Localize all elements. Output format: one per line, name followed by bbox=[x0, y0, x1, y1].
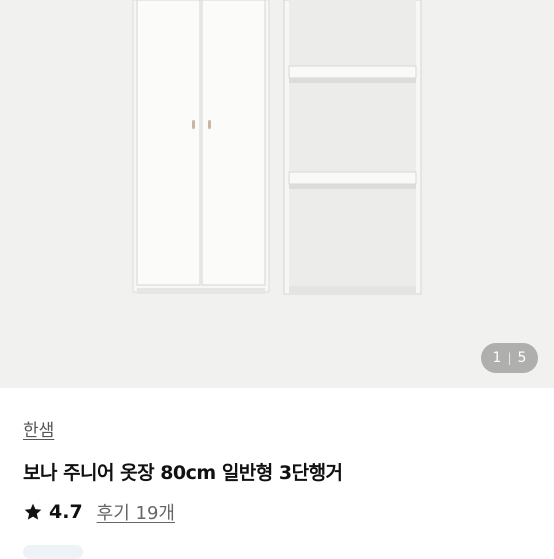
next-content-peek bbox=[23, 545, 83, 559]
product-image-gallery[interactable]: 1 | 5 bbox=[0, 0, 554, 388]
rating-row: 4.7 후기 19개 bbox=[23, 499, 175, 525]
reviews-link[interactable]: 후기 19개 bbox=[97, 499, 175, 525]
rating-value: 4.7 bbox=[49, 501, 83, 523]
image-counter-total: 5 bbox=[517, 350, 527, 366]
image-counter-current: 1 bbox=[492, 350, 502, 366]
wardrobe-doors-illustration bbox=[132, 0, 270, 294]
product-title: 보나 주니어 옷장 80cm 일반형 3단행거 bbox=[23, 462, 343, 484]
image-counter-separator: | bbox=[507, 351, 512, 365]
brand-link[interactable]: 한샘 bbox=[23, 416, 54, 441]
product-image bbox=[132, 0, 422, 295]
image-counter: 1 | 5 bbox=[481, 343, 538, 373]
star-icon bbox=[24, 503, 42, 520]
open-shelf-illustration bbox=[283, 0, 422, 295]
